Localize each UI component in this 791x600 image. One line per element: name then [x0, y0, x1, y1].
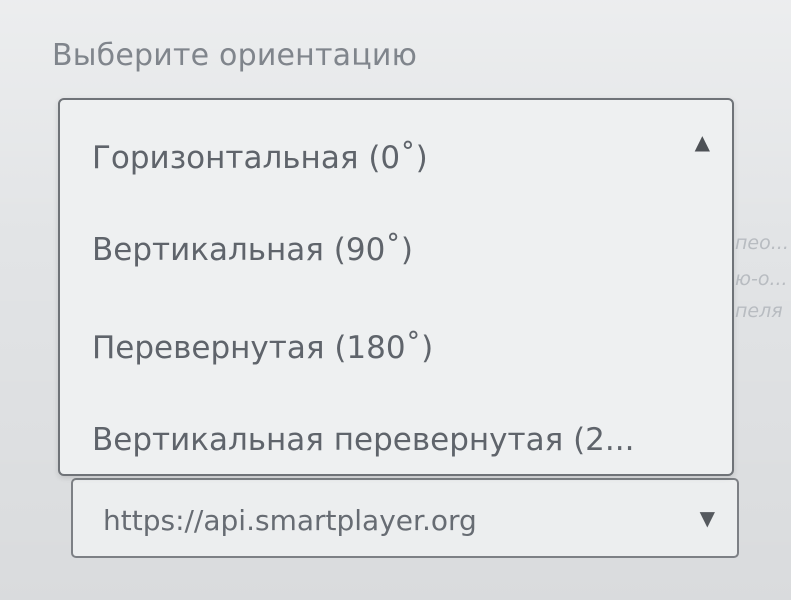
- orientation-label: Выберите ориентацию: [52, 38, 418, 73]
- orientation-dropdown[interactable]: ▲ Горизонтальная (0˚) Вертикальная (90˚)…: [58, 98, 734, 476]
- background-text-2: ю-о...: [735, 268, 788, 290]
- orientation-option-vertical[interactable]: Вертикальная (90˚): [92, 220, 702, 280]
- orientation-option-flipped[interactable]: Перевернутая (180˚): [92, 318, 702, 378]
- orientation-option-horizontal[interactable]: Горизонтальная (0˚): [92, 128, 702, 188]
- background-text-3: пеля: [735, 300, 783, 322]
- url-select-value: https://api.smartplayer.org: [103, 504, 477, 537]
- orientation-option-vertical-flipped[interactable]: Вертикальная перевернутая (2...: [92, 410, 702, 470]
- chevron-down-icon[interactable]: ▼: [700, 506, 715, 530]
- url-select[interactable]: https://api.smartplayer.org ▼: [71, 478, 739, 558]
- background-text-1: пео...: [735, 232, 789, 254]
- page-background: пео... ю-о... пеля Выберите ориентацию h…: [0, 0, 791, 600]
